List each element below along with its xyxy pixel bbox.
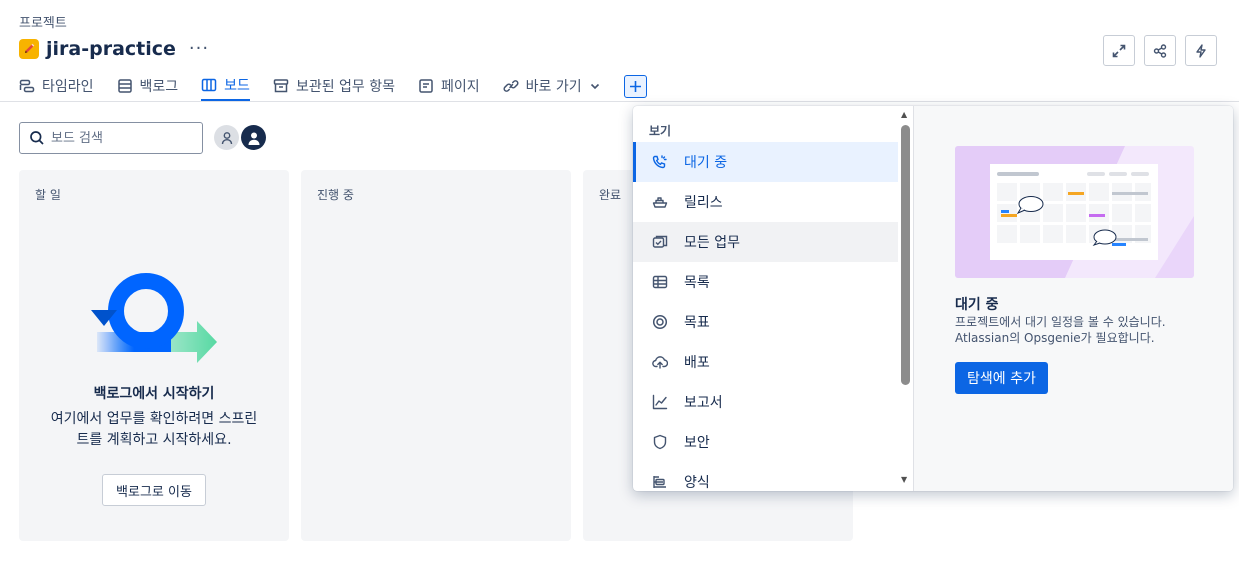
column-title: 완료 bbox=[599, 188, 622, 202]
menu-item-security[interactable]: 보안 bbox=[633, 422, 898, 462]
menu-item-releases[interactable]: 릴리스 bbox=[633, 182, 898, 222]
lightning-icon bbox=[1196, 43, 1206, 58]
add-view-button[interactable] bbox=[623, 75, 647, 98]
backlog-icon bbox=[117, 79, 132, 93]
view-preview-panel: 대기 중 프로젝트에서 대기 일정을 볼 수 있습니다. Atlassian의 … bbox=[913, 106, 1233, 491]
board-icon bbox=[201, 78, 217, 92]
menu-item-on-call[interactable]: 대기 중 bbox=[633, 142, 898, 182]
preview-title: 대기 중 bbox=[955, 297, 999, 313]
pages-icon bbox=[419, 79, 433, 93]
board-search[interactable] bbox=[19, 122, 203, 154]
menu-item-label: 양식 bbox=[684, 475, 710, 491]
breadcrumb[interactable]: 프로젝트 bbox=[19, 12, 67, 31]
column-todo: 할 일 백로그에서 시작하기 여기에서 업무를 확인하려면 스프린트를 계획하고… bbox=[19, 170, 289, 541]
menu-item-label: 보고서 bbox=[684, 395, 723, 411]
share-icon bbox=[1153, 43, 1167, 58]
deploy-cloud-icon bbox=[652, 356, 668, 369]
automation-button[interactable] bbox=[1185, 35, 1217, 66]
menu-item-reports[interactable]: 보고서 bbox=[633, 382, 898, 422]
tab-label: 바로 가기 bbox=[525, 79, 582, 95]
menu-item-deployments[interactable]: 배포 bbox=[633, 342, 898, 382]
goal-icon bbox=[652, 314, 668, 330]
release-ship-icon bbox=[652, 197, 668, 208]
add-view-dropdown: 보기 대기 중 릴리스 모든 업무 목록 목표 배포 보고서 보안 양식 ▲ ▼… bbox=[633, 106, 1233, 491]
tab-label: 페이지 bbox=[441, 79, 480, 95]
archive-icon bbox=[273, 79, 289, 93]
person-icon bbox=[221, 131, 232, 144]
tabs-divider bbox=[0, 101, 1239, 102]
scroll-up-arrow[interactable]: ▲ bbox=[901, 110, 907, 119]
fullscreen-button[interactable] bbox=[1103, 35, 1135, 66]
person-icon bbox=[248, 132, 259, 145]
tab-archived[interactable]: 보관된 업무 항목 bbox=[273, 74, 395, 101]
menu-heading: 보기 bbox=[649, 124, 672, 138]
project-header: jira-practice ··· bbox=[19, 38, 209, 60]
tab-board[interactable]: 보드 bbox=[201, 74, 250, 101]
plus-icon bbox=[629, 81, 641, 92]
tab-backlog[interactable]: 백로그 bbox=[117, 74, 179, 101]
tab-label: 보관된 업무 항목 bbox=[295, 79, 395, 95]
empty-state-description: 여기에서 업무를 확인하려면 스프린트를 계획하고 시작하세요. bbox=[50, 411, 258, 448]
tab-label: 타임라인 bbox=[42, 79, 94, 95]
share-button[interactable] bbox=[1144, 35, 1176, 66]
menu-item-label: 릴리스 bbox=[684, 195, 723, 211]
column-in-progress: 진행 중 bbox=[301, 170, 571, 541]
menu-scrollbar[interactable] bbox=[901, 125, 910, 385]
link-icon bbox=[503, 80, 519, 92]
menu-item-label: 배포 bbox=[684, 355, 710, 371]
tab-label: 보드 bbox=[224, 78, 250, 94]
timeline-icon bbox=[19, 79, 35, 93]
more-actions-button[interactable]: ··· bbox=[189, 40, 209, 58]
assignee-filter bbox=[214, 125, 266, 150]
tab-label: 백로그 bbox=[139, 79, 179, 95]
preview-description: 프로젝트에서 대기 일정을 볼 수 있습니다. Atlassian의 Opsge… bbox=[955, 315, 1166, 345]
go-to-backlog-button[interactable]: 백로그로 이동 bbox=[102, 474, 206, 506]
on-call-icon bbox=[652, 155, 667, 169]
chevron-down-icon bbox=[590, 83, 599, 90]
menu-item-goals[interactable]: 목표 bbox=[633, 302, 898, 342]
menu-item-label: 대기 중 bbox=[684, 155, 728, 171]
search-icon bbox=[30, 131, 44, 145]
project-pencil-icon bbox=[19, 39, 39, 59]
column-title: 할 일 bbox=[35, 188, 61, 202]
menu-item-list[interactable]: 목록 bbox=[633, 262, 898, 302]
menu-item-all-work[interactable]: 모든 업무 bbox=[633, 222, 898, 262]
project-tabs: 타임라인 백로그 보드 보관된 업무 항목 페이지 바로 가기 bbox=[19, 74, 647, 102]
forms-icon bbox=[653, 476, 666, 488]
empty-state-title: 백로그에서 시작하기 bbox=[93, 386, 215, 402]
security-shield-icon bbox=[653, 434, 667, 450]
on-call-schedule-illustration bbox=[955, 146, 1194, 278]
project-title: jira-practice bbox=[46, 38, 176, 60]
menu-item-label: 모든 업무 bbox=[684, 235, 740, 251]
list-table-icon bbox=[652, 275, 668, 289]
menu-item-label: 보안 bbox=[684, 435, 710, 451]
add-to-navigation-button[interactable]: 탐색에 추가 bbox=[955, 362, 1048, 394]
reports-chart-icon bbox=[652, 394, 668, 410]
sprint-cycle-illustration bbox=[91, 273, 217, 363]
menu-item-forms[interactable]: 양식 bbox=[633, 462, 898, 491]
menu-item-label: 목표 bbox=[684, 315, 710, 331]
expand-icon bbox=[1112, 44, 1126, 57]
tab-shortcuts[interactable]: 바로 가기 bbox=[503, 74, 601, 101]
scroll-down-arrow[interactable]: ▼ bbox=[901, 475, 907, 484]
tab-timeline[interactable]: 타임라인 bbox=[19, 74, 94, 101]
view-menu: 보기 대기 중 릴리스 모든 업무 목록 목표 배포 보고서 보안 양식 bbox=[633, 106, 901, 491]
search-input[interactable] bbox=[51, 130, 191, 146]
header-actions bbox=[1103, 35, 1217, 66]
menu-item-label: 목록 bbox=[684, 275, 710, 291]
user-avatar[interactable] bbox=[241, 125, 266, 150]
all-work-icon bbox=[652, 235, 668, 248]
unassigned-avatar[interactable] bbox=[214, 125, 239, 150]
column-title: 진행 중 bbox=[317, 188, 354, 202]
tab-pages[interactable]: 페이지 bbox=[418, 74, 480, 101]
